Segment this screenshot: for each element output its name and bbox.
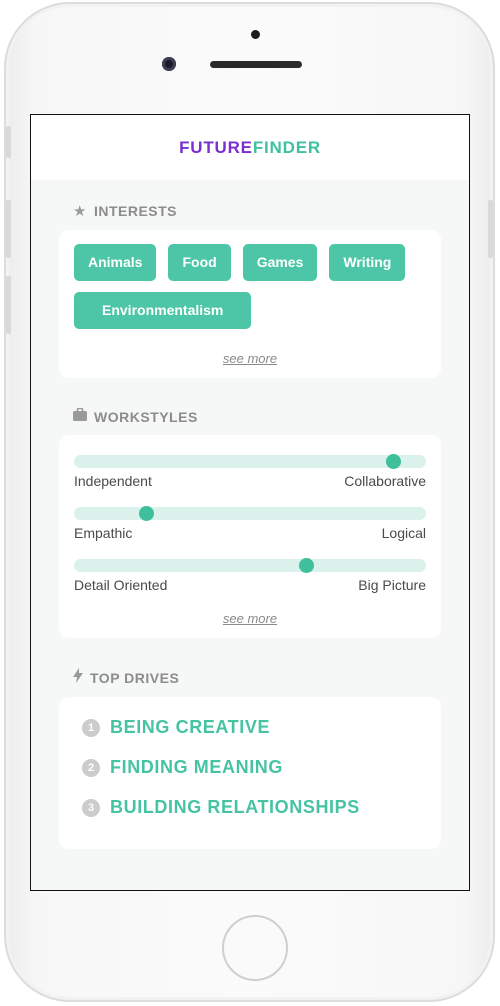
drive-label: BUILDING RELATIONSHIPS: [110, 797, 360, 817]
mute-switch: [6, 126, 11, 158]
interest-chip[interactable]: Writing: [329, 244, 406, 281]
briefcase-icon: [73, 407, 87, 425]
logo-part-finder: FINDER: [252, 137, 321, 157]
slider-thumb[interactable]: [299, 558, 315, 573]
workstyle-slider: Detail Oriented Big Picture: [74, 558, 426, 593]
drive-item: 2 FINDING MEANING: [74, 757, 426, 778]
workstyles-see-more-link[interactable]: see more: [74, 611, 426, 626]
interests-title: INTERESTS: [93, 203, 178, 219]
interest-chips: Animals Food Games Writing Environmental…: [74, 244, 426, 329]
slider-right-label: Collaborative: [344, 473, 426, 489]
proximity-sensor: [251, 30, 260, 39]
workstyle-slider: Independent Collaborative: [74, 454, 426, 489]
slider-left-label: Independent: [74, 473, 152, 489]
slider-left-label: Empathic: [74, 525, 133, 541]
drive-item: 1 BEING CREATIVE: [74, 717, 426, 738]
volume-down-button: [6, 276, 11, 334]
slider-track[interactable]: [74, 558, 426, 573]
volume-up-button: [6, 200, 11, 258]
star-icon: ★: [73, 203, 87, 220]
workstyles-card: Independent Collaborative Empathic Logical…: [59, 435, 441, 638]
slider-thumb[interactable]: [139, 506, 155, 521]
interest-chip[interactable]: Games: [242, 244, 318, 281]
drive-item: 3 BUILDING RELATIONSHIPS: [74, 797, 426, 818]
logo-part-future: FUTURE: [179, 137, 253, 157]
interest-chip[interactable]: Animals: [74, 244, 157, 281]
slider-track[interactable]: [74, 454, 426, 469]
drive-rank-badge: 2: [82, 758, 100, 777]
main-content: ★ INTERESTS Animals Food Games Writing E…: [31, 202, 469, 849]
drives-title: TOP DRIVES: [90, 669, 180, 686]
interests-card: Animals Food Games Writing Environmental…: [59, 230, 441, 378]
drives-heading: TOP DRIVES: [73, 668, 441, 687]
interest-chip[interactable]: Environmentalism: [74, 292, 252, 329]
interest-chip[interactable]: Food: [168, 244, 231, 281]
slider-thumb[interactable]: [385, 454, 401, 469]
drive-rank-badge: 1: [82, 718, 100, 737]
interests-see-more-link[interactable]: see more: [74, 351, 426, 366]
slider-right-label: Logical: [381, 525, 426, 541]
slider-left-label: Detail Oriented: [74, 577, 168, 593]
app-header: FUTURE FINDER: [31, 115, 469, 180]
power-button: [488, 200, 493, 258]
workstyles-title: WORKSTYLES: [94, 408, 198, 425]
workstyles-heading: WORKSTYLES: [73, 407, 441, 425]
earpiece-speaker: [210, 61, 302, 68]
interests-heading: ★ INTERESTS: [73, 202, 441, 220]
drive-label: BEING CREATIVE: [110, 717, 271, 737]
drive-rank-badge: 3: [82, 798, 100, 817]
drive-label: FINDING MEANING: [110, 757, 283, 777]
front-camera-icon: [162, 57, 176, 71]
home-button[interactable]: [222, 915, 288, 981]
workstyle-slider: Empathic Logical: [74, 506, 426, 541]
app-screen: FUTURE FINDER ★ INTERESTS Animals Food Ga…: [30, 114, 470, 891]
drives-card: 1 BEING CREATIVE 2 FINDING MEANING 3 BUI…: [59, 697, 441, 849]
lightning-icon: [73, 668, 83, 687]
slider-right-label: Big Picture: [358, 577, 426, 593]
slider-track[interactable]: [74, 506, 426, 521]
